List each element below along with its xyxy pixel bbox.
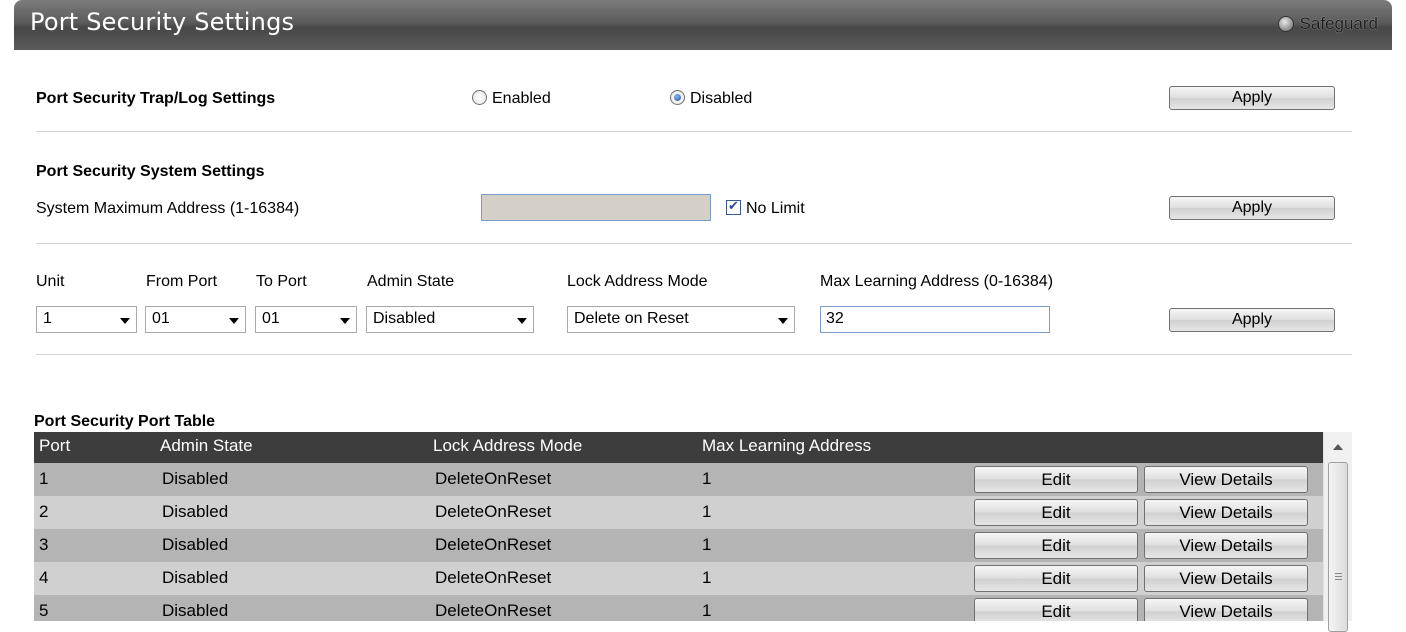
radio-disabled[interactable]: Disabled <box>670 90 752 108</box>
title-bar: Port Security Settings Safeguard <box>14 0 1392 50</box>
cell-admin-state: Disabled <box>162 535 229 554</box>
cell-port: 1 <box>39 469 49 488</box>
cell-port: 5 <box>39 601 49 620</box>
cell-lock-mode: DeleteOnReset <box>435 568 552 587</box>
divider <box>36 243 1352 244</box>
view-details-button[interactable]: View Details <box>1144 532 1308 559</box>
edit-button[interactable]: Edit <box>974 598 1138 621</box>
grip-line <box>1335 579 1342 580</box>
cell-lock-mode: DeleteOnReset <box>435 502 552 521</box>
lock-mode-select[interactable]: Delete on Reset <box>567 306 795 333</box>
cell-port: 4 <box>39 568 49 587</box>
table-row: 2 Disabled DeleteOnReset 1 Edit View Det… <box>34 496 1323 529</box>
table-row: 4 Disabled DeleteOnReset 1 Edit View Det… <box>34 562 1323 595</box>
table-header: Port Admin State Lock Address Mode Max L… <box>34 432 1323 463</box>
to-port-label: To Port <box>256 273 307 290</box>
column-header-admin-state: Admin State <box>160 436 253 455</box>
safeguard-label: Safeguard <box>1299 14 1378 33</box>
lock-mode-select-value: Delete on Reset <box>574 310 689 327</box>
chevron-down-icon <box>517 318 527 324</box>
cell-port: 2 <box>39 502 49 521</box>
safeguard-button[interactable]: Safeguard <box>1277 14 1378 34</box>
max-learning-label: Max Learning Address (0-16384) <box>820 273 1054 290</box>
lock-mode-label: Lock Address Mode <box>567 273 708 290</box>
cell-max-learning: 1 <box>702 502 712 521</box>
divider <box>36 131 1352 132</box>
table-row: 1 Disabled DeleteOnReset 1 Edit View Det… <box>34 463 1323 496</box>
system-settings-label: Port Security System Settings <box>36 163 265 180</box>
edit-button[interactable]: Edit <box>974 565 1138 592</box>
cell-max-learning: 1 <box>702 568 712 587</box>
radio-checked-icon <box>670 90 685 105</box>
column-header-max-learning: Max Learning Address <box>702 436 872 455</box>
divider <box>36 354 1352 355</box>
radio-enabled-label: Enabled <box>492 90 551 107</box>
scroll-up-arrow-icon[interactable] <box>1333 444 1343 450</box>
cell-max-learning: 1 <box>702 535 712 554</box>
port-apply-button[interactable]: Apply <box>1169 308 1335 332</box>
table-row: 5 Disabled DeleteOnReset 1 Edit View Det… <box>34 595 1323 621</box>
no-limit-checkbox[interactable]: No Limit <box>726 198 805 218</box>
to-port-select-value: 01 <box>262 310 280 327</box>
page-title: Port Security Settings <box>30 8 295 36</box>
from-port-select[interactable]: 01 <box>145 306 246 333</box>
grip-line <box>1335 573 1342 574</box>
radio-enabled[interactable]: Enabled <box>472 90 551 108</box>
grip-line <box>1335 576 1342 577</box>
edit-button[interactable]: Edit <box>974 499 1138 526</box>
system-max-address-label: System Maximum Address (1-16384) <box>36 200 300 217</box>
cell-lock-mode: DeleteOnReset <box>435 535 552 554</box>
trap-log-label: Port Security Trap/Log Settings <box>36 90 276 107</box>
unit-label: Unit <box>36 273 65 290</box>
to-port-select[interactable]: 01 <box>255 306 357 333</box>
checkbox-checked-icon <box>726 198 741 215</box>
chevron-down-icon <box>120 318 130 324</box>
unit-select-value: 1 <box>43 310 52 327</box>
system-max-address-input[interactable] <box>481 194 711 221</box>
admin-state-label: Admin State <box>367 273 455 290</box>
from-port-label: From Port <box>146 273 218 290</box>
view-details-button[interactable]: View Details <box>1144 565 1308 592</box>
cell-admin-state: Disabled <box>162 502 229 521</box>
from-port-select-value: 01 <box>152 310 170 327</box>
trap-log-apply-button[interactable]: Apply <box>1169 86 1335 110</box>
table-row: 3 Disabled DeleteOnReset 1 Edit View Det… <box>34 529 1323 562</box>
chevron-down-icon <box>340 318 350 324</box>
max-learning-input[interactable]: 32 <box>820 306 1050 333</box>
edit-button[interactable]: Edit <box>974 532 1138 559</box>
view-details-button[interactable]: View Details <box>1144 598 1308 621</box>
column-header-port: Port <box>39 436 71 455</box>
table-scrollbar[interactable] <box>1323 432 1352 632</box>
system-apply-button[interactable]: Apply <box>1169 196 1335 220</box>
scrollbar-thumb[interactable] <box>1328 462 1348 632</box>
radio-icon <box>472 90 487 105</box>
radio-disabled-label: Disabled <box>690 90 753 107</box>
cell-max-learning: 1 <box>702 469 712 488</box>
cell-admin-state: Disabled <box>162 469 229 488</box>
safeguard-icon <box>1277 16 1294 32</box>
cell-lock-mode: DeleteOnReset <box>435 469 552 488</box>
view-details-button[interactable]: View Details <box>1144 466 1308 493</box>
page-frame: Port Security Settings Safeguard Port Se… <box>14 0 1406 632</box>
column-header-lock-mode: Lock Address Mode <box>433 436 583 455</box>
cell-max-learning: 1 <box>702 601 712 620</box>
cell-admin-state: Disabled <box>162 601 229 620</box>
cell-port: 3 <box>39 535 49 554</box>
view-details-button[interactable]: View Details <box>1144 499 1308 526</box>
no-limit-label: No Limit <box>746 200 805 217</box>
admin-state-select[interactable]: Disabled <box>366 306 534 333</box>
chevron-down-icon <box>778 318 788 324</box>
admin-state-select-value: Disabled <box>373 310 436 327</box>
cell-admin-state: Disabled <box>162 568 229 587</box>
table-title: Port Security Port Table <box>34 413 216 430</box>
edit-button[interactable]: Edit <box>974 466 1138 493</box>
unit-select[interactable]: 1 <box>36 306 137 333</box>
chevron-down-icon <box>229 318 239 324</box>
cell-lock-mode: DeleteOnReset <box>435 601 552 620</box>
